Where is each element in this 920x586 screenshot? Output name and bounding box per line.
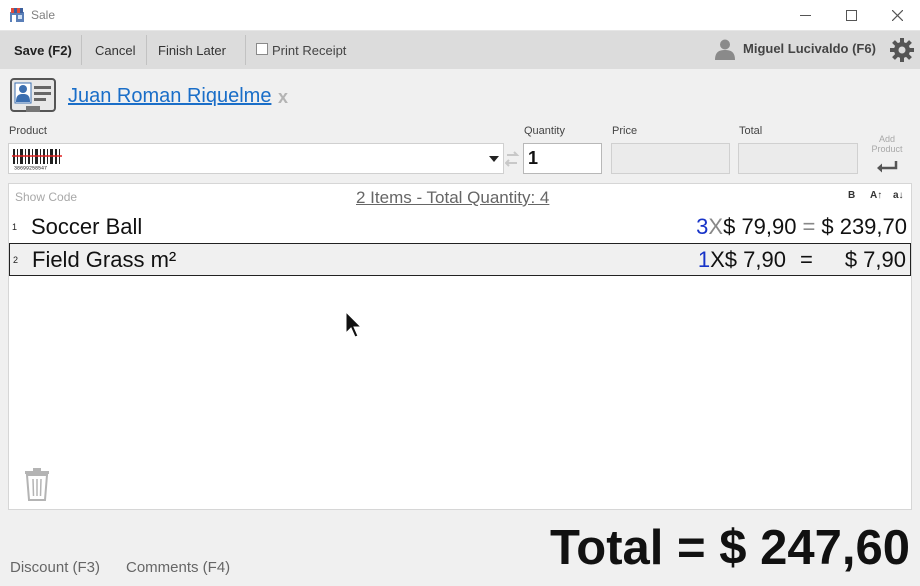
add-product-button[interactable]: Add Product <box>864 134 910 154</box>
add-product-label: Product <box>871 144 903 154</box>
swap-icon[interactable] <box>505 149 521 169</box>
price-input[interactable] <box>611 143 730 174</box>
maximize-icon <box>845 10 857 21</box>
items-summary[interactable]: 2 Items - Total Quantity: 4 <box>356 188 549 208</box>
user-name[interactable]: Miguel Lucivaldo (F6) <box>743 41 876 56</box>
print-receipt-label[interactable]: Print Receipt <box>272 43 346 58</box>
user-icon[interactable] <box>714 38 736 60</box>
toolbar-divider <box>245 35 246 65</box>
item-name: Field Grass m² <box>32 247 177 272</box>
barcode-icon: 38699258547 <box>12 149 62 171</box>
row-number: 2 <box>13 255 19 265</box>
total-input[interactable] <box>738 143 858 174</box>
minimize-icon <box>799 15 811 16</box>
add-product-label: Add <box>878 134 895 144</box>
finish-later-button[interactable]: Finish Later <box>152 31 232 69</box>
row-number: 1 <box>12 222 18 232</box>
chevron-down-icon[interactable] <box>489 156 499 162</box>
table-row[interactable]: 1 Soccer Ball 3 X $ 79,90 = $ 239,70 <box>9 211 911 244</box>
price-label: Price <box>612 125 638 137</box>
print-receipt-checkbox[interactable] <box>256 43 268 55</box>
equals-sign: = <box>802 214 816 239</box>
equals-sign: = <box>799 247 813 272</box>
close-icon <box>891 10 903 21</box>
item-unit-price: $ 7,90 <box>724 247 786 272</box>
svg-text:38699258547: 38699258547 <box>14 166 47 171</box>
discount-button[interactable]: Discount (F3) <box>10 559 100 576</box>
item-quantity[interactable]: 3 <box>696 214 708 240</box>
window-title: Sale <box>31 8 56 22</box>
cancel-button[interactable]: Cancel <box>89 31 141 69</box>
item-total: $ 7,90 <box>844 247 906 272</box>
sort-button[interactable]: a↓ <box>893 190 904 201</box>
total-label: Total <box>739 125 763 137</box>
item-total: $ 239,70 <box>821 214 907 239</box>
item-calculation: 3 X $ 79,90 = $ 239,70 <box>696 214 907 240</box>
toolbar-divider <box>146 35 147 65</box>
customer-name-link[interactable]: Juan Roman Riquelme <box>68 85 271 108</box>
times-sign: X <box>708 214 724 239</box>
close-button[interactable] <box>874 0 920 31</box>
show-code-toggle[interactable]: Show Code <box>15 190 77 204</box>
item-calculation: 1 X $ 7,90 = $ 7,90 <box>698 247 906 273</box>
table-row[interactable]: 2 Field Grass m² 1 X $ 7,90 = $ 7,90 <box>9 243 911 276</box>
app-store-icon <box>10 8 24 22</box>
trash-icon[interactable] <box>23 467 51 501</box>
title-bar: Sale <box>0 0 920 31</box>
maximize-button[interactable] <box>828 0 874 31</box>
quantity-input[interactable]: 1 <box>523 143 602 174</box>
item-quantity[interactable]: 1 <box>698 247 710 273</box>
increase-font-button[interactable]: A↑ <box>870 190 882 201</box>
comments-button[interactable]: Comments (F4) <box>126 559 230 576</box>
toolbar-divider <box>81 35 82 65</box>
grand-total: Total = $ 247,60 <box>550 521 910 575</box>
sale-items-list[interactable]: Show Code 2 Items - Total Quantity: 4 B … <box>8 183 912 510</box>
product-label: Product <box>9 125 47 137</box>
item-name: Soccer Ball <box>31 214 143 239</box>
gear-icon[interactable] <box>889 37 915 63</box>
minimize-button[interactable] <box>782 0 828 31</box>
product-search-input[interactable]: 38699258547 <box>8 143 504 174</box>
quantity-label: Quantity <box>524 125 565 137</box>
times-sign: X <box>710 247 725 272</box>
save-button[interactable]: Save (F2) <box>8 31 78 69</box>
enter-icon[interactable] <box>876 160 898 174</box>
remove-customer-button[interactable]: x <box>278 87 288 108</box>
item-unit-price: $ 79,90 <box>723 214 797 239</box>
bold-toggle-button[interactable]: B <box>848 190 855 201</box>
customer-card-icon[interactable] <box>10 76 56 114</box>
cursor-icon <box>345 311 363 338</box>
